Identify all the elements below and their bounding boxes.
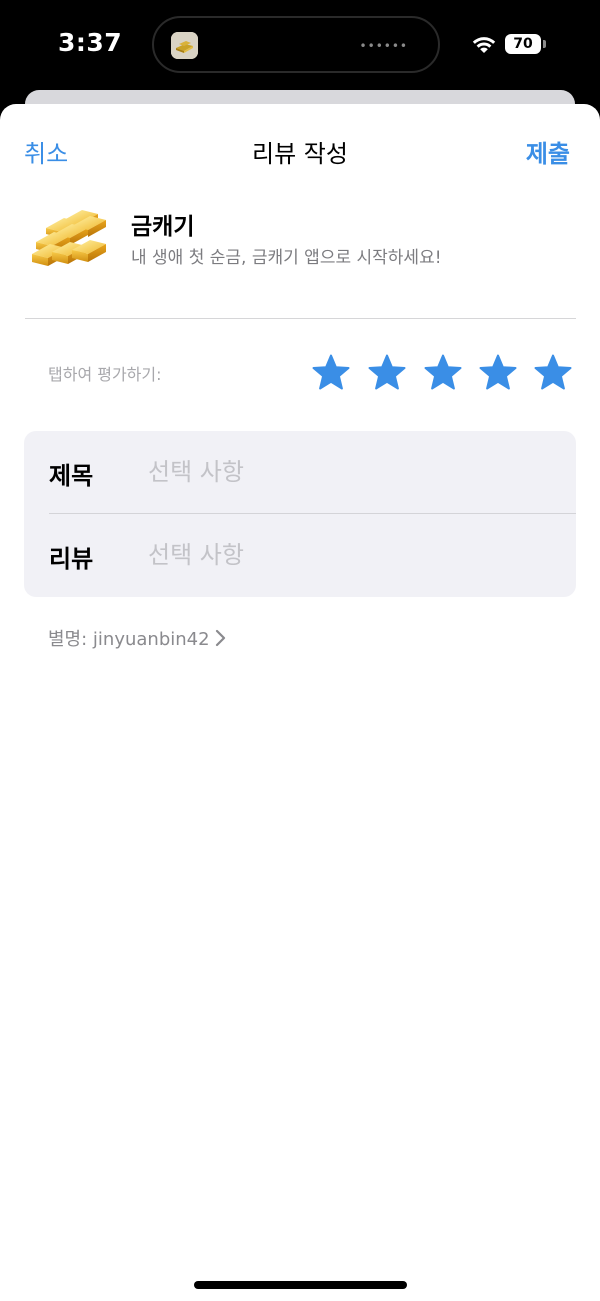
star-1-icon[interactable] xyxy=(311,353,351,393)
nickname-link[interactable]: 별명: jinyuanbin42 xyxy=(48,625,226,651)
title-label: 제목 xyxy=(49,462,94,490)
review-form-card: 제목 리뷰 xyxy=(24,431,576,597)
app-description: 내 생애 첫 순금, 금캐기 앱으로 시작하세요! xyxy=(131,248,442,268)
review-label: 리뷰 xyxy=(49,545,94,573)
review-input[interactable] xyxy=(148,530,548,580)
app-screen: 3:37 •••••• 70 취소 리뷰 작성 제출 금캐기 내 생애 첫 순금… xyxy=(0,0,600,1301)
status-time: 3:37 xyxy=(58,28,123,57)
submit-button[interactable]: 제출 xyxy=(526,134,570,169)
chevron-right-icon xyxy=(215,629,225,647)
home-indicator[interactable] xyxy=(194,1281,407,1289)
title-input[interactable] xyxy=(148,447,548,497)
star-3-icon[interactable] xyxy=(423,353,463,393)
wifi-icon xyxy=(472,37,496,53)
app-name: 금캐기 xyxy=(131,214,195,240)
battery-level: 70 xyxy=(505,34,541,54)
review-row[interactable]: 리뷰 xyxy=(24,514,576,596)
island-app-icon xyxy=(171,32,198,59)
header-divider xyxy=(25,318,576,319)
title-row[interactable]: 제목 xyxy=(24,431,576,514)
write-review-sheet: 취소 리뷰 작성 제출 금캐기 내 생애 첫 순금, 금캐기 앱으로 시작하세요… xyxy=(0,104,600,1301)
gold-bars-icon xyxy=(32,210,106,266)
page-title: 리뷰 작성 xyxy=(252,140,348,168)
nickname-text: 별명: jinyuanbin42 xyxy=(48,629,210,650)
star-2-icon[interactable] xyxy=(367,353,407,393)
rating-prompt: 탭하여 평가하기: xyxy=(48,365,162,384)
dynamic-island[interactable]: •••••• xyxy=(152,16,440,73)
star-5-icon[interactable] xyxy=(533,353,573,393)
battery-cap-icon xyxy=(543,40,546,48)
island-activity-dots: •••••• xyxy=(359,39,408,53)
star-rating[interactable] xyxy=(311,353,576,393)
star-4-icon[interactable] xyxy=(478,353,518,393)
